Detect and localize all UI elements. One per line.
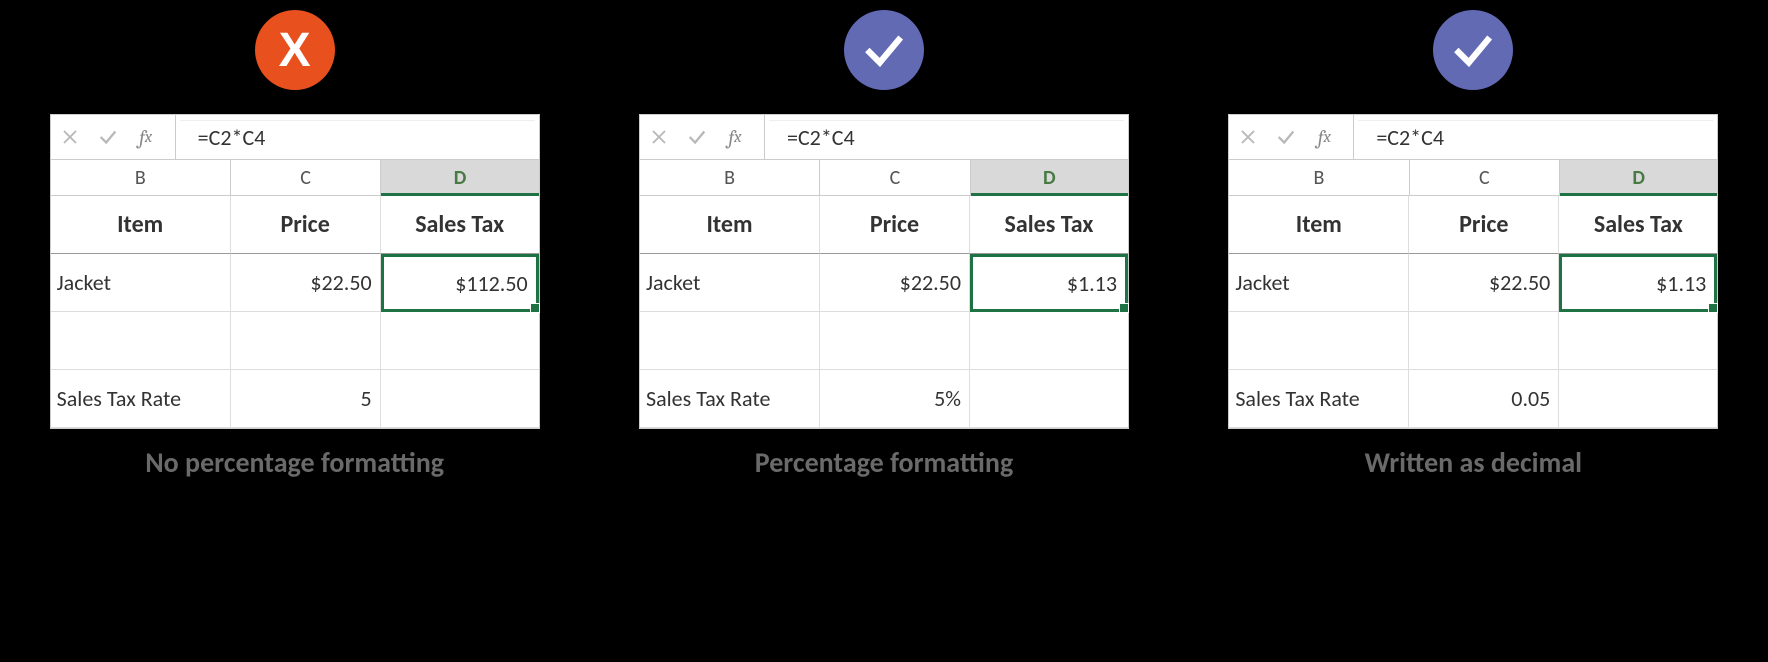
caption: Written as decimal [1365, 445, 1582, 480]
formula-input[interactable]: =C2*C4 [769, 120, 1124, 155]
header-item[interactable]: Item [1229, 196, 1409, 254]
caption: Percentage formatting [755, 445, 1013, 480]
cell-empty[interactable] [970, 312, 1128, 370]
check-badge [1433, 10, 1513, 90]
col-header-d[interactable]: D [971, 160, 1128, 196]
grid: Item Price Sales Tax Jacket $22.50 $1.13… [640, 196, 1128, 428]
cell-rate-label[interactable]: Sales Tax Rate [1229, 370, 1409, 428]
example-panel: X fx =C2*C4 B C D Item Price Sales Tax J [50, 10, 540, 480]
table-row [640, 312, 1128, 370]
x-badge: X [255, 10, 335, 90]
fx-icon[interactable]: fx [1305, 115, 1354, 159]
grid: Item Price Sales Tax Jacket $22.50 $112.… [51, 196, 539, 428]
table-row: Jacket $22.50 $1.13 [640, 254, 1128, 312]
table-header-row: Item Price Sales Tax [1229, 196, 1717, 254]
table-header-row: Item Price Sales Tax [640, 196, 1128, 254]
checkmark-icon [1448, 25, 1498, 75]
formula-bar: fx =C2*C4 [51, 115, 539, 160]
cell-empty[interactable] [1559, 312, 1717, 370]
table-row: Jacket $22.50 $1.13 [1229, 254, 1717, 312]
cell-empty[interactable] [51, 312, 231, 370]
cell-empty[interactable] [820, 312, 970, 370]
formula-input[interactable]: =C2*C4 [1358, 120, 1713, 155]
cell-rate[interactable]: 5 [231, 370, 381, 428]
table-row [1229, 312, 1717, 370]
column-headers: B C D [51, 160, 539, 196]
excel-window: fx =C2*C4 B C D Item Price Sales Tax Jac… [1228, 114, 1718, 429]
column-headers: B C D [1229, 160, 1717, 196]
cell-empty[interactable] [640, 312, 820, 370]
excel-window: fx =C2*C4 B C D Item Price Sales Tax Jac… [639, 114, 1129, 429]
formula-input[interactable]: =C2*C4 [180, 120, 535, 155]
cell-rate-label[interactable]: Sales Tax Rate [640, 370, 820, 428]
cell-tax-selected[interactable]: $112.50 [381, 254, 539, 312]
check-icon[interactable] [89, 115, 127, 159]
col-header-b[interactable]: B [640, 160, 820, 196]
excel-window: fx =C2*C4 B C D Item Price Sales Tax Jac… [50, 114, 540, 429]
cell-item[interactable]: Jacket [1229, 254, 1409, 312]
table-row: Sales Tax Rate 5% [640, 370, 1128, 428]
check-icon[interactable] [678, 115, 716, 159]
cancel-icon[interactable] [640, 115, 678, 159]
header-item[interactable]: Item [640, 196, 820, 254]
header-tax[interactable]: Sales Tax [970, 196, 1128, 254]
column-headers: B C D [640, 160, 1128, 196]
table-row [51, 312, 539, 370]
col-header-d[interactable]: D [1560, 160, 1717, 196]
cell-price[interactable]: $22.50 [231, 254, 381, 312]
table-header-row: Item Price Sales Tax [51, 196, 539, 254]
header-price[interactable]: Price [231, 196, 381, 254]
check-badge [844, 10, 924, 90]
col-header-c[interactable]: C [820, 160, 970, 196]
formula-bar: fx =C2*C4 [1229, 115, 1717, 160]
header-price[interactable]: Price [820, 196, 970, 254]
cell-rate[interactable]: 0.05 [1409, 370, 1559, 428]
cell-item[interactable]: Jacket [640, 254, 820, 312]
cell-rate[interactable]: 5% [820, 370, 970, 428]
example-panel: fx =C2*C4 B C D Item Price Sales Tax Jac… [1228, 10, 1718, 480]
fx-icon[interactable]: fx [127, 115, 176, 159]
cancel-icon[interactable] [51, 115, 89, 159]
grid: Item Price Sales Tax Jacket $22.50 $1.13… [1229, 196, 1717, 428]
col-header-c[interactable]: C [1410, 160, 1560, 196]
header-item[interactable]: Item [51, 196, 231, 254]
cell-empty[interactable] [381, 312, 539, 370]
cell-tax-selected[interactable]: $1.13 [1559, 254, 1717, 312]
cancel-icon[interactable] [1229, 115, 1267, 159]
col-header-d[interactable]: D [381, 160, 538, 196]
cell-item[interactable]: Jacket [51, 254, 231, 312]
table-row: Sales Tax Rate 5 [51, 370, 539, 428]
fx-icon[interactable]: fx [716, 115, 765, 159]
cell-empty[interactable] [231, 312, 381, 370]
header-tax[interactable]: Sales Tax [1559, 196, 1717, 254]
checkmark-icon [859, 25, 909, 75]
formula-bar: fx =C2*C4 [640, 115, 1128, 160]
check-icon[interactable] [1267, 115, 1305, 159]
header-tax[interactable]: Sales Tax [381, 196, 539, 254]
x-icon: X [279, 23, 311, 78]
header-price[interactable]: Price [1409, 196, 1559, 254]
cell-rate-label[interactable]: Sales Tax Rate [51, 370, 231, 428]
cell-price[interactable]: $22.50 [1409, 254, 1559, 312]
table-row: Jacket $22.50 $112.50 [51, 254, 539, 312]
cell-tax-selected[interactable]: $1.13 [970, 254, 1128, 312]
cell-price[interactable]: $22.50 [820, 254, 970, 312]
caption: No percentage formatting [145, 445, 444, 480]
table-row: Sales Tax Rate 0.05 [1229, 370, 1717, 428]
col-header-b[interactable]: B [1229, 160, 1409, 196]
cell-empty[interactable] [1559, 370, 1717, 428]
col-header-c[interactable]: C [231, 160, 381, 196]
cell-empty[interactable] [1409, 312, 1559, 370]
cell-empty[interactable] [970, 370, 1128, 428]
example-panel: fx =C2*C4 B C D Item Price Sales Tax Jac… [639, 10, 1129, 480]
col-header-b[interactable]: B [51, 160, 231, 196]
cell-empty[interactable] [381, 370, 539, 428]
cell-empty[interactable] [1229, 312, 1409, 370]
